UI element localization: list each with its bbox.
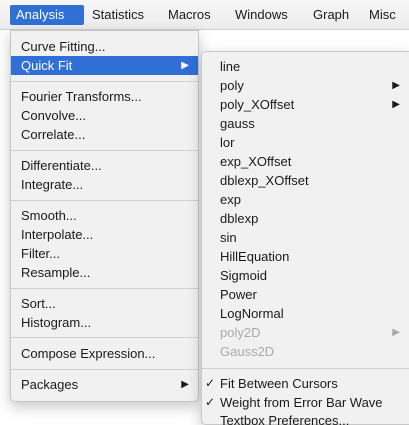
menu-item-label: Correlate...: [21, 127, 86, 142]
fit-item-poly[interactable]: poly ▶: [202, 76, 409, 95]
menu-item-label: Sort...: [21, 296, 56, 311]
fit-item-dblexp-xoffset[interactable]: dblexp_XOffset: [202, 171, 409, 190]
menu-item-label: Quick Fit: [21, 58, 73, 73]
menu-item-label: poly: [220, 78, 244, 93]
menu-item-sort[interactable]: Sort...: [11, 294, 198, 313]
menu-separator: [11, 150, 198, 151]
menu-item-label: sin: [220, 230, 237, 245]
menu-item-label: Resample...: [21, 265, 91, 280]
menu-item-label: Weight from Error Bar Wave: [220, 395, 383, 410]
option-weight-from-error-bar-wave[interactable]: ✓ Weight from Error Bar Wave: [202, 393, 409, 412]
menu-item-label: Compose Expression...: [21, 346, 156, 361]
menu-item-label: Interpolate...: [21, 227, 94, 242]
submenu-arrow-icon: ▶: [392, 327, 400, 338]
submenu-arrow-icon: ▶: [181, 60, 189, 71]
menu-item-curve-fitting[interactable]: Curve Fitting...: [11, 37, 198, 56]
menu-item-compose-expression[interactable]: Compose Expression...: [11, 344, 198, 363]
menu-item-label: Packages: [21, 377, 79, 392]
fit-item-dblexp[interactable]: dblexp: [202, 209, 409, 228]
submenu-arrow-icon: ▶: [392, 80, 400, 91]
menu-item-label: Power: [220, 287, 257, 302]
menubar: Analysis Statistics Macros Windows Graph…: [0, 0, 409, 30]
option-textbox-preferences[interactable]: Textbox Preferences...: [202, 411, 409, 425]
menu-item-label: Sigmoid: [220, 268, 267, 283]
menubar-analysis[interactable]: Analysis: [10, 5, 84, 25]
menu-item-label: Gauss2D: [220, 344, 275, 359]
menu-item-label: Textbox Preferences...: [220, 413, 350, 425]
menubar-windows[interactable]: Windows: [229, 5, 294, 25]
fit-item-gauss2d: Gauss2D: [202, 342, 409, 361]
fit-item-poly2d: poly2D ▶: [202, 323, 409, 342]
fit-item-poly-xoffset[interactable]: poly_XOffset ▶: [202, 95, 409, 114]
fit-item-lognormal[interactable]: LogNormal: [202, 304, 409, 323]
menu-item-histogram[interactable]: Histogram...: [11, 313, 198, 332]
checkmark-icon: ✓: [205, 376, 216, 390]
menu-item-resample[interactable]: Resample...: [11, 263, 198, 282]
menu-item-label: Filter...: [21, 246, 61, 261]
analysis-menu: Curve Fitting... Quick Fit ▶ Fourier Tran…: [10, 30, 199, 402]
menu-item-label: Fit Between Cursors: [220, 376, 338, 391]
menu-separator: [202, 368, 409, 369]
menu-item-filter[interactable]: Filter...: [11, 244, 198, 263]
menu-item-packages[interactable]: Packages ▶: [11, 375, 198, 394]
submenu-arrow-icon: ▶: [181, 379, 189, 390]
menubar-misc[interactable]: Misc: [363, 5, 402, 25]
menu-separator: [11, 369, 198, 370]
fit-item-lor[interactable]: lor: [202, 133, 409, 152]
fit-item-hillequation[interactable]: HillEquation: [202, 247, 409, 266]
menu-item-label: dblexp: [220, 211, 259, 226]
menu-item-label: Smooth...: [21, 208, 77, 223]
menu-item-label: LogNormal: [220, 306, 284, 321]
menu-separator: [11, 200, 198, 201]
menu-separator: [11, 288, 198, 289]
menu-item-label: Fourier Transforms...: [21, 89, 142, 104]
fit-item-sin[interactable]: sin: [202, 228, 409, 247]
fit-item-power[interactable]: Power: [202, 285, 409, 304]
menu-item-correlate[interactable]: Correlate...: [11, 125, 198, 144]
menu-item-integrate[interactable]: Integrate...: [11, 175, 198, 194]
menubar-statistics[interactable]: Statistics: [86, 5, 150, 25]
menu-item-label: exp: [220, 192, 241, 207]
menu-item-label: exp_XOffset: [220, 154, 292, 169]
fit-item-exp-xoffset[interactable]: exp_XOffset: [202, 152, 409, 171]
submenu-arrow-icon: ▶: [392, 99, 400, 110]
fit-item-line[interactable]: line: [202, 57, 409, 76]
menu-item-label: dblexp_XOffset: [220, 173, 309, 188]
menu-item-label: line: [220, 59, 241, 74]
menu-item-label: HillEquation: [220, 249, 290, 264]
menu-item-label: lor: [220, 135, 235, 150]
menu-item-label: Curve Fitting...: [21, 39, 106, 54]
menu-item-fourier-transforms[interactable]: Fourier Transforms...: [11, 87, 198, 106]
option-fit-between-cursors[interactable]: ✓ Fit Between Cursors: [202, 374, 409, 393]
menu-item-label: Differentiate...: [21, 158, 102, 173]
menu-item-label: Integrate...: [21, 177, 84, 192]
menu-item-label: poly2D: [220, 325, 261, 340]
menu-separator: [11, 81, 198, 82]
menu-item-label: Histogram...: [21, 315, 92, 330]
checkmark-icon: ✓: [205, 395, 216, 409]
menu-item-label: poly_XOffset: [220, 97, 295, 112]
menubar-macros[interactable]: Macros: [162, 5, 217, 25]
menu-item-label: Convolve...: [21, 108, 87, 123]
menubar-graph[interactable]: Graph: [307, 5, 355, 25]
menu-item-convolve[interactable]: Convolve...: [11, 106, 198, 125]
menu-item-quick-fit[interactable]: Quick Fit ▶: [11, 56, 198, 75]
menu-item-differentiate[interactable]: Differentiate...: [11, 156, 198, 175]
fit-item-gauss[interactable]: gauss: [202, 114, 409, 133]
menu-item-smooth[interactable]: Smooth...: [11, 206, 198, 225]
quick-fit-submenu: line poly ▶ poly_XOffset ▶ gauss lor exp_X…: [201, 51, 409, 425]
menu-item-label: gauss: [220, 116, 255, 131]
menu-item-interpolate[interactable]: Interpolate...: [11, 225, 198, 244]
fit-item-sigmoid[interactable]: Sigmoid: [202, 266, 409, 285]
fit-item-exp[interactable]: exp: [202, 190, 409, 209]
menu-separator: [11, 337, 198, 338]
